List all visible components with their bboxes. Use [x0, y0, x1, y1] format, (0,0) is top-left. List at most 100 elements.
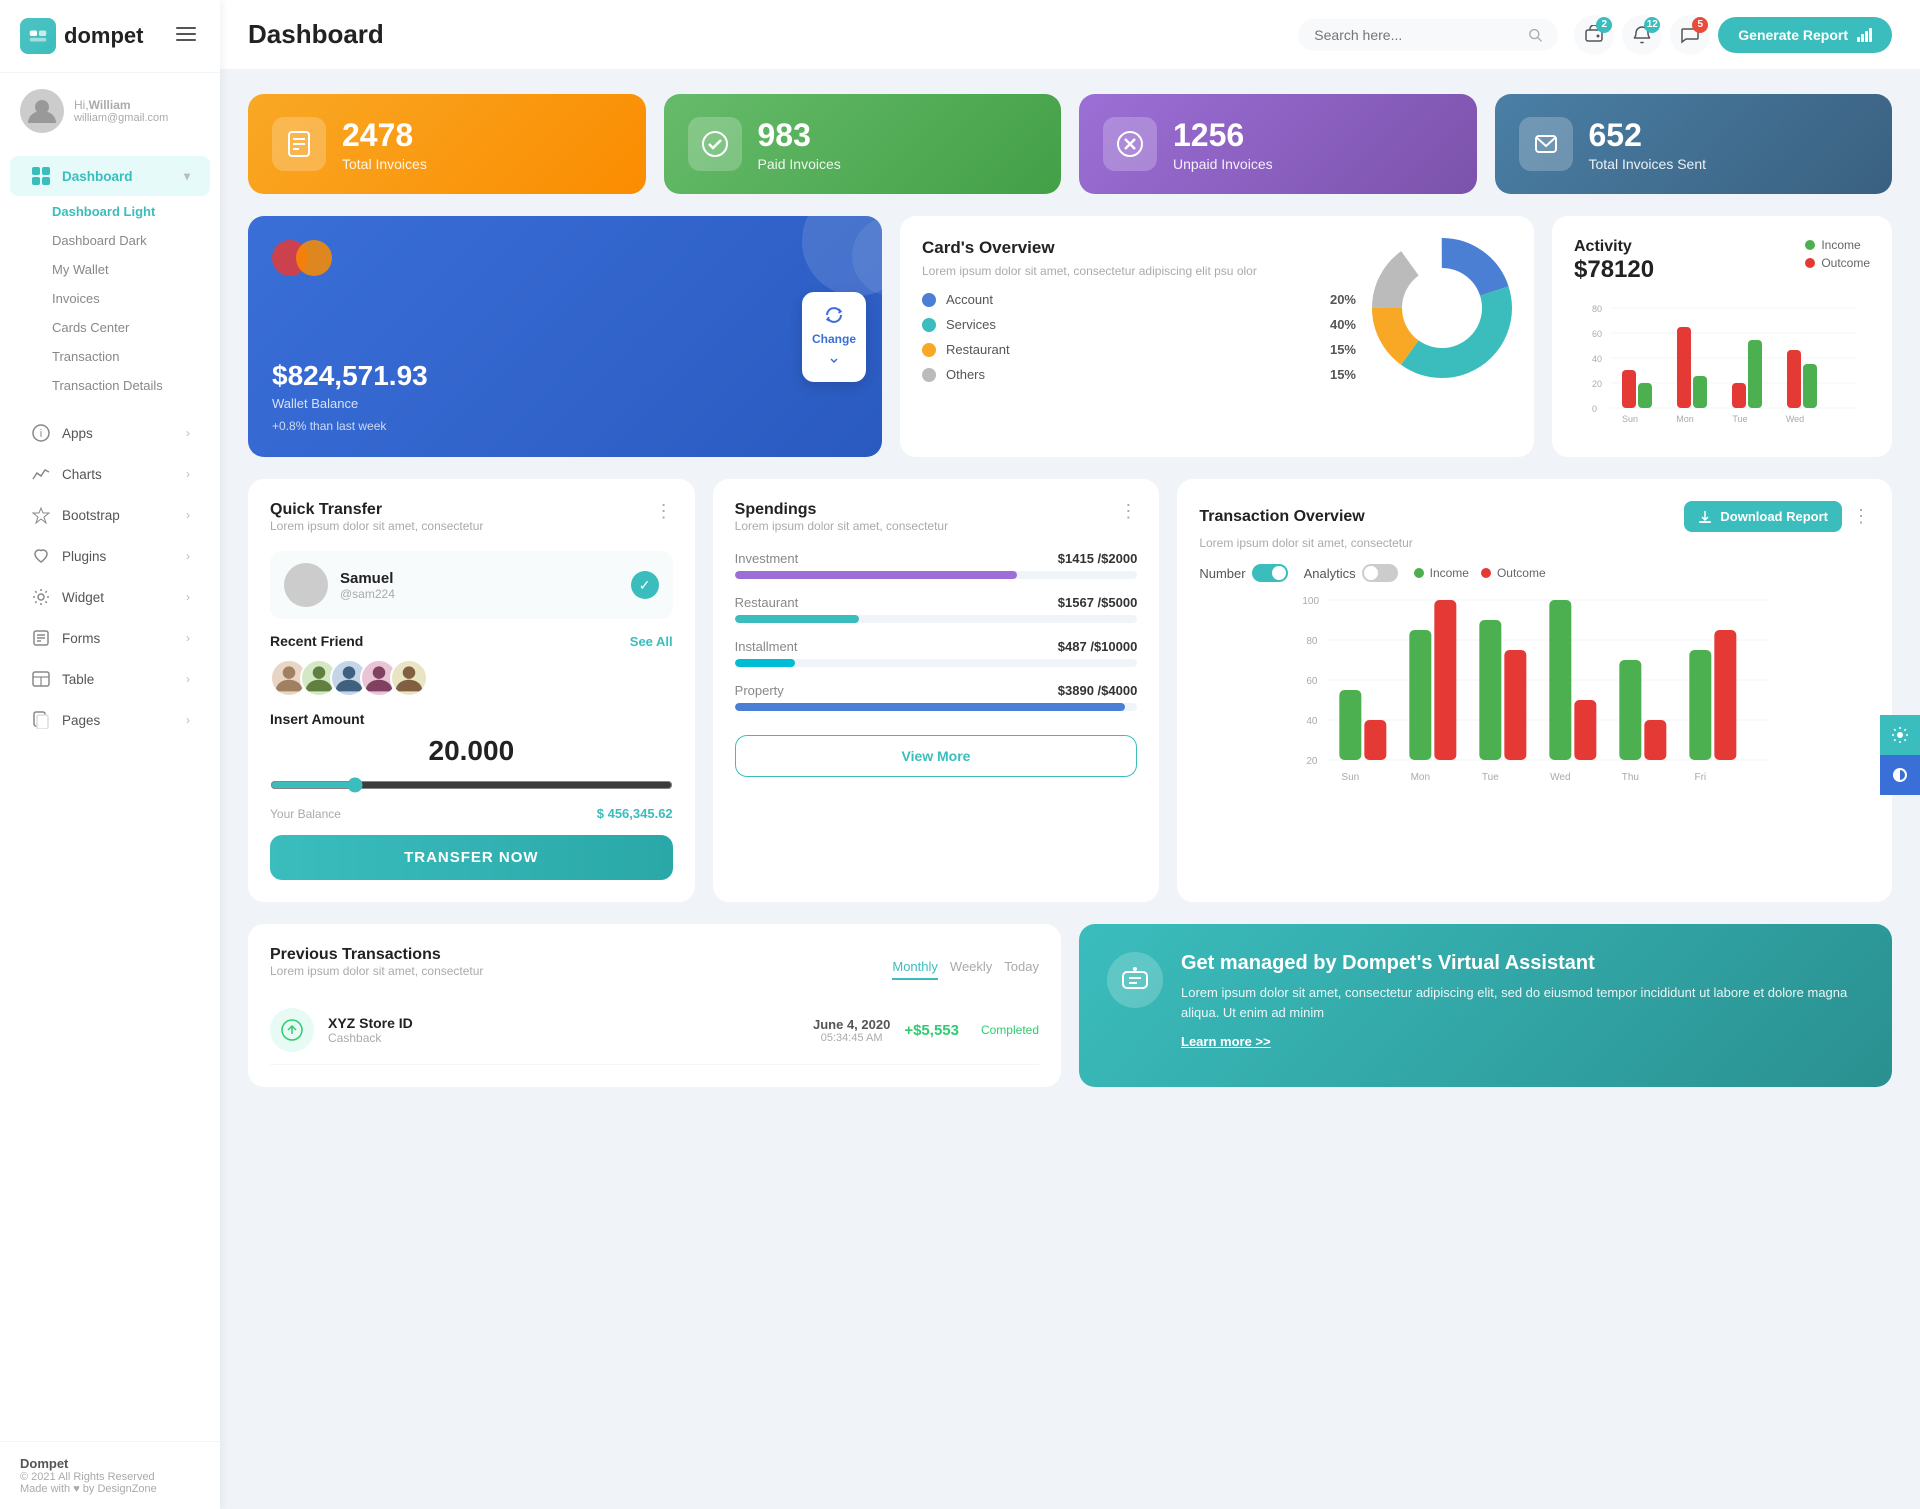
search-input[interactable]	[1314, 27, 1520, 43]
table-icon	[30, 668, 52, 690]
cards-overview-card: Card's Overview Lorem ipsum dolor sit am…	[900, 216, 1534, 457]
activity-title-group: Activity $78120	[1574, 238, 1654, 288]
balance-label: Your Balance	[270, 807, 341, 821]
svg-text:80: 80	[1592, 304, 1602, 314]
sp-item-property-header: Property $3890 /$4000	[735, 683, 1138, 698]
chevron-right-icon2: ›	[186, 467, 190, 481]
svg-text:Fri: Fri	[1695, 772, 1707, 783]
sidebar-item-table[interactable]: Table ›	[10, 659, 210, 699]
sidebar-item-dashboard[interactable]: Dashboard ▾	[10, 156, 210, 196]
hamburger-icon[interactable]	[172, 24, 200, 49]
sub-item-transaction-details[interactable]: Transaction Details	[0, 371, 220, 400]
stat-card-total-invoices: 2478 Total Invoices	[248, 94, 646, 194]
view-more-btn[interactable]: View More	[735, 735, 1138, 777]
to-title-group: Transaction Overview	[1199, 508, 1364, 526]
sp-bar-bg-property	[735, 703, 1138, 711]
svg-text:Mon: Mon	[1411, 772, 1430, 783]
tab-today[interactable]: Today	[1004, 959, 1039, 980]
to-income-legend: Income	[1414, 566, 1469, 580]
legend-income: Income	[1805, 238, 1870, 252]
stat-value-paid: 983	[758, 117, 841, 154]
va-learn-more-link[interactable]: Learn more >>	[1181, 1034, 1864, 1049]
transfer-now-btn[interactable]: TRANSFER NOW	[270, 835, 673, 880]
see-all-link[interactable]: See All	[630, 634, 673, 649]
main-content: Dashboard 2 12 5 Generate Report	[220, 0, 1920, 1509]
sidebar-footer: dompet © 2021 All Rights Reserved Made w…	[0, 1441, 220, 1509]
transaction-overview-card: Transaction Overview Download Report ⋮ L…	[1177, 479, 1892, 902]
sidebar-item-pages[interactable]: Pages ›	[10, 700, 210, 740]
stat-card-unpaid-invoices: 1256 Unpaid Invoices	[1079, 94, 1477, 194]
change-card-btn[interactable]: Change	[802, 292, 866, 382]
sidebar-item-forms[interactable]: Forms ›	[10, 618, 210, 658]
download-report-label: Download Report	[1720, 509, 1828, 524]
tab-weekly[interactable]: Weekly	[950, 959, 992, 980]
wallet-notifications-btn[interactable]: 2	[1574, 15, 1614, 55]
account-dot	[922, 293, 936, 307]
amount-slider[interactable]	[270, 777, 673, 793]
to-outcome-legend: Outcome	[1481, 566, 1546, 580]
sidebar-item-charts[interactable]: Charts ›	[10, 454, 210, 494]
tx-date-time-1: 05:34:45 AM	[813, 1032, 890, 1044]
tx-date-1: June 4, 2020 05:34:45 AM	[813, 1017, 890, 1044]
grid-icon	[30, 165, 52, 187]
sub-item-my-wallet[interactable]: My Wallet	[0, 255, 220, 284]
stat-label-sent: Total Invoices Sent	[1589, 156, 1707, 172]
qt-more-icon[interactable]: ⋮	[655, 501, 673, 522]
sub-item-cards-center[interactable]: Cards Center	[0, 313, 220, 342]
outcome-label: Outcome	[1821, 256, 1870, 270]
sidebar-item-apps[interactable]: i Apps ›	[10, 413, 210, 453]
others-name: Others	[946, 367, 1320, 382]
row3: Quick Transfer Lorem ipsum dolor sit ame…	[248, 479, 1892, 902]
generate-report-btn[interactable]: Generate Report	[1718, 17, 1892, 53]
rf-avatar-5	[390, 659, 428, 697]
analytics-toggle[interactable]	[1362, 564, 1398, 582]
search-icon	[1528, 27, 1542, 43]
insert-amount-label: Insert Amount	[270, 711, 673, 727]
amount-slider-wrap	[270, 777, 673, 798]
sp-more-icon[interactable]: ⋮	[1119, 501, 1137, 522]
svg-text:Thu: Thu	[1622, 772, 1639, 783]
stat-cards-row: 2478 Total Invoices 983 Paid Invoices	[248, 94, 1892, 194]
number-toggle[interactable]	[1252, 564, 1288, 582]
theme-panel-btn[interactable]	[1880, 755, 1920, 795]
stat-label-unpaid: Unpaid Invoices	[1173, 156, 1273, 172]
sp-bar-investment	[735, 571, 1017, 579]
sidebar-table-label: Table	[62, 672, 94, 687]
va-content: Get managed by Dompet's Virtual Assistan…	[1181, 952, 1864, 1049]
sidebar-item-bootstrap[interactable]: Bootstrap ›	[10, 495, 210, 535]
to-more-icon[interactable]: ⋮	[1852, 506, 1870, 527]
sp-item-restaurant: Restaurant $1567 /$5000	[735, 595, 1138, 623]
activity-bar-chart: 80 60 40 20 0	[1574, 300, 1870, 435]
sp-name-installment: Installment	[735, 639, 798, 654]
sub-item-dashboard-light[interactable]: Dashboard Light	[0, 197, 220, 226]
invoice-icon	[272, 117, 326, 171]
sp-title-group: Spendings Lorem ipsum dolor sit amet, co…	[735, 501, 948, 547]
download-report-btn[interactable]: Download Report	[1684, 501, 1842, 532]
recent-friends-avatars	[270, 659, 673, 697]
chevron-down-icon: ▾	[184, 169, 190, 183]
tab-monthly[interactable]: Monthly	[892, 959, 938, 980]
cards-overview-left: Card's Overview Lorem ipsum dolor sit am…	[922, 238, 1356, 435]
qt-user-handle: @sam224	[340, 587, 395, 601]
sub-item-invoices[interactable]: Invoices	[0, 284, 220, 313]
sidebar-item-widget[interactable]: Widget ›	[10, 577, 210, 617]
pages-icon	[30, 709, 52, 731]
svg-text:60: 60	[1307, 676, 1319, 687]
activity-card: Activity $78120 Income Outcome	[1552, 216, 1892, 457]
star-icon	[30, 504, 52, 526]
svg-text:100: 100	[1303, 596, 1320, 607]
amount-display: 20.000	[270, 735, 673, 767]
chat-notifications-btn[interactable]: 5	[1670, 15, 1710, 55]
sub-item-dashboard-dark[interactable]: Dashboard Dark	[0, 226, 220, 255]
sub-item-transaction[interactable]: Transaction	[0, 342, 220, 371]
sp-item-restaurant-header: Restaurant $1567 /$5000	[735, 595, 1138, 610]
sp-bar-installment	[735, 659, 795, 667]
chevron-right-icon6: ›	[186, 631, 190, 645]
sidebar: dompet Hi,William william@gmail.com Dash…	[0, 0, 220, 1509]
settings-panel-btn[interactable]	[1880, 715, 1920, 755]
sp-amount-installment: $487 /$10000	[1058, 639, 1138, 654]
sidebar-item-plugins[interactable]: Plugins ›	[10, 536, 210, 576]
qt-check-icon: ✓	[631, 571, 659, 599]
chevron-right-icon5: ›	[186, 590, 190, 604]
bell-notifications-btn[interactable]: 12	[1622, 15, 1662, 55]
